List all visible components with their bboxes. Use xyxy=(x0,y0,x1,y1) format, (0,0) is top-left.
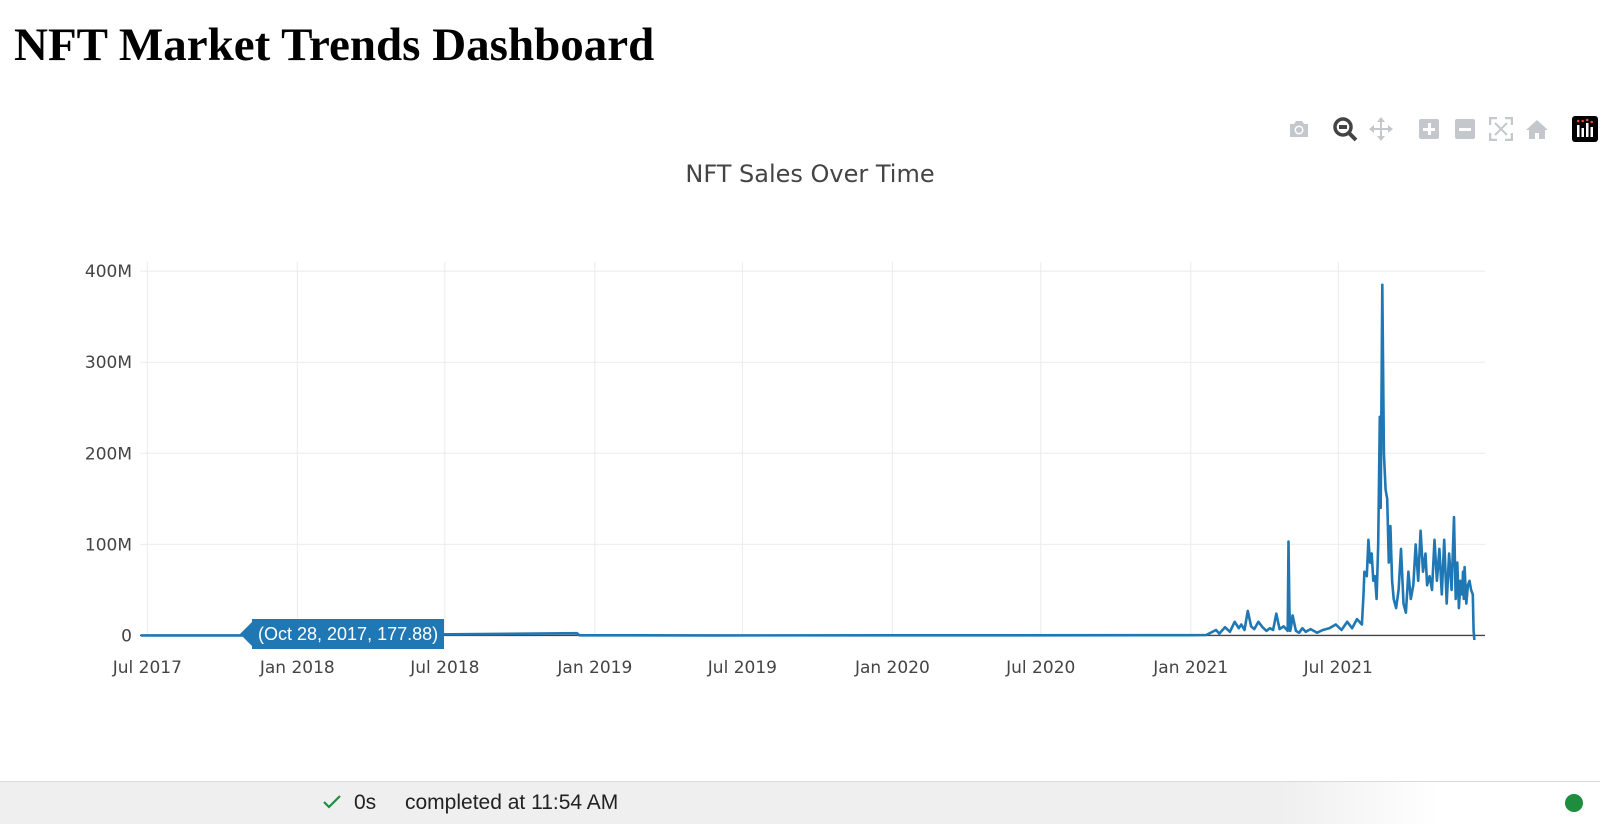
x-tick-label: Jul 2018 xyxy=(409,658,479,678)
page-title: NFT Market Trends Dashboard xyxy=(14,19,655,71)
connection-status-dot xyxy=(1565,794,1583,812)
zoom-in-icon[interactable] xyxy=(1414,114,1444,144)
x-tick-label: Jan 2018 xyxy=(259,658,335,678)
completion-status: completed at 11:54 AM xyxy=(405,791,619,814)
y-tick-label: 300M xyxy=(85,353,132,373)
execution-duration: 0s xyxy=(354,791,377,814)
reset-axes-icon[interactable] xyxy=(1522,114,1552,144)
x-tick-label: Jul 2021 xyxy=(1303,658,1373,678)
y-tick-label: 0 xyxy=(121,626,132,646)
x-tick-label: Jan 2021 xyxy=(1152,658,1228,678)
x-tick-label: Jan 2020 xyxy=(854,658,930,678)
modebar xyxy=(1280,114,1600,144)
camera-icon[interactable] xyxy=(1284,114,1314,144)
zoom-out-icon[interactable] xyxy=(1450,114,1480,144)
autoscale-icon[interactable] xyxy=(1486,114,1516,144)
status-bar: 0s completed at 11:54 AM xyxy=(0,781,1600,824)
x-tick-label: Jan 2019 xyxy=(556,658,632,678)
x-tick-label: Jul 2017 xyxy=(112,658,182,678)
series-line xyxy=(140,283,1476,641)
y-tick-label: 100M xyxy=(85,535,132,555)
check-icon xyxy=(322,794,342,814)
hover-label-arrow xyxy=(240,622,252,646)
y-tick-label: 200M xyxy=(85,444,132,464)
x-tick-label: Jul 2020 xyxy=(1005,658,1075,678)
y-tick-label: 400M xyxy=(85,262,132,282)
plotly-logo-icon[interactable] xyxy=(1570,114,1600,144)
x-tick-label: Jul 2019 xyxy=(707,658,777,678)
zoom-icon[interactable] xyxy=(1330,114,1360,144)
pan-icon[interactable] xyxy=(1366,114,1396,144)
hover-label: (Oct 28, 2017, 177.88) xyxy=(252,619,445,649)
